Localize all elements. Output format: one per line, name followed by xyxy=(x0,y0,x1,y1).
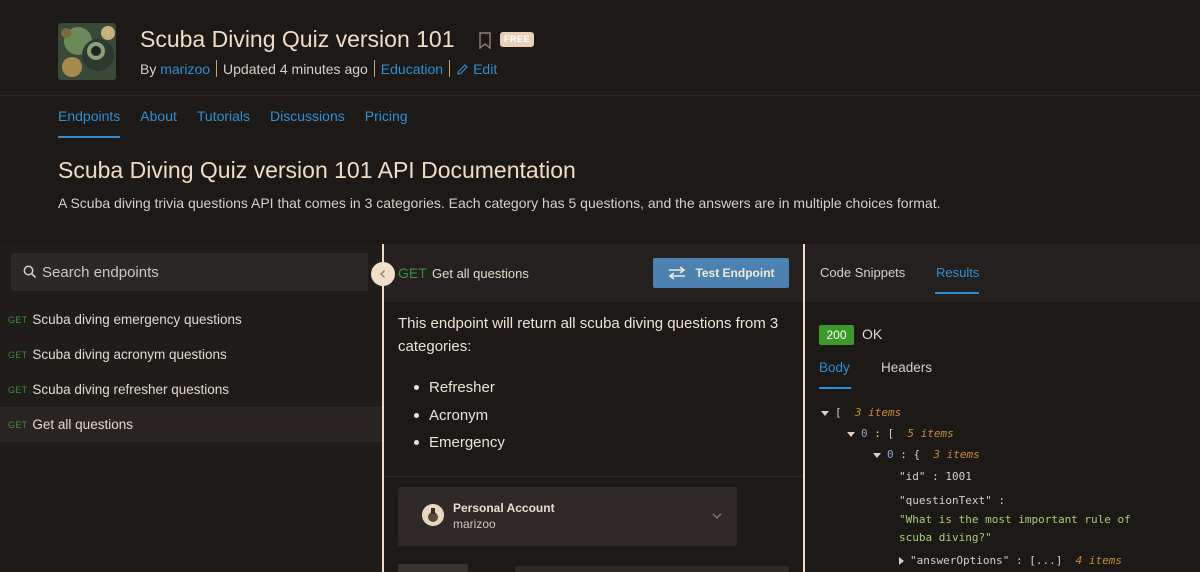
tab-headers[interactable]: Headers xyxy=(881,360,932,375)
method-label: GET xyxy=(398,265,427,281)
caret-down-icon xyxy=(847,431,855,437)
json-root-row[interactable]: [ 3 items xyxy=(821,406,901,419)
status-badge: 200 xyxy=(819,325,854,345)
method-tag: GET xyxy=(8,349,28,360)
method-tag: GET xyxy=(8,419,28,430)
avatar xyxy=(422,504,444,526)
category-link[interactable]: Education xyxy=(381,61,443,77)
search-icon xyxy=(23,265,37,279)
endpoint-label: Scuba diving refresher questions xyxy=(32,382,230,397)
caret-down-icon xyxy=(821,410,829,416)
method-tag: GET xyxy=(8,314,28,325)
chevron-down-icon xyxy=(712,513,722,519)
collapse-sidebar-button[interactable] xyxy=(371,262,395,286)
endpoints-sidebar: GET Scuba diving emergency questions GET… xyxy=(0,244,382,572)
tab-endpoints[interactable]: Endpoints xyxy=(58,108,121,138)
api-logo xyxy=(58,23,116,80)
endpoint-detail-header: GET Get all questions Test Endpoint xyxy=(384,244,803,302)
tab-results[interactable]: Results xyxy=(936,265,979,280)
endpoint-label: Get all questions xyxy=(32,417,133,432)
edit-label: Edit xyxy=(473,60,498,77)
endpoint-label: Scuba diving acronym questions xyxy=(32,347,227,362)
meta-divider xyxy=(216,60,218,77)
tab-about[interactable]: About xyxy=(140,108,177,138)
endpoint-list: GET Scuba diving emergency questions GET… xyxy=(0,302,382,442)
tab-body[interactable]: Body xyxy=(819,360,850,375)
json-question-key-row: "questionText" : xyxy=(899,494,1005,507)
pencil-icon xyxy=(457,64,468,76)
param-field[interactable] xyxy=(515,566,789,572)
tab-underline xyxy=(819,387,851,389)
meta-divider xyxy=(449,60,451,77)
category-list: Refresher Acronym Emergency xyxy=(414,374,505,457)
search-box[interactable] xyxy=(11,253,368,291)
api-title: Scuba Diving Quiz version 101 xyxy=(140,26,455,52)
free-badge: FREE xyxy=(500,32,535,47)
json-array-row[interactable]: 0 : [ 5 items xyxy=(847,427,954,440)
method-tag: GET xyxy=(8,384,28,395)
divider xyxy=(384,476,803,477)
api-meta: By marizoo Updated 4 minutes ago Educati… xyxy=(140,60,497,77)
account-selector[interactable]: Personal Account marizoo xyxy=(398,487,737,546)
caret-right-icon xyxy=(899,557,904,565)
endpoint-label: Scuba diving emergency questions xyxy=(32,312,242,327)
by-label: By xyxy=(140,60,157,77)
caret-down-icon xyxy=(873,452,881,458)
panel-divider[interactable] xyxy=(803,244,805,572)
results-header: Code Snippets Results xyxy=(806,244,1200,302)
swap-arrows-icon xyxy=(669,266,686,280)
list-item: Acronym xyxy=(414,402,505,430)
edit-link[interactable]: Edit xyxy=(456,61,497,77)
json-id-row: "id" : 1001 xyxy=(899,470,972,483)
endpoint-item-get-all[interactable]: GET Get all questions xyxy=(0,407,382,442)
tab-tutorials[interactable]: Tutorials xyxy=(197,108,250,138)
list-item: Refresher xyxy=(414,374,505,402)
endpoint-description: This endpoint will return all scuba divi… xyxy=(398,315,779,355)
endpoint-item-refresher[interactable]: GET Scuba diving refresher questions xyxy=(0,372,382,407)
account-name: Personal Account xyxy=(453,501,555,515)
tab-discussions[interactable]: Discussions xyxy=(270,108,345,138)
doc-title: Scuba Diving Quiz version 101 API Docume… xyxy=(58,157,576,183)
bookmark-icon[interactable] xyxy=(478,32,492,49)
tab-underline xyxy=(935,292,979,294)
api-header: Scuba Diving Quiz version 101 FREE By ma… xyxy=(0,0,1200,96)
chevron-left-icon xyxy=(380,270,385,278)
endpoint-name: Get all questions xyxy=(432,266,529,281)
json-question-value-line1: "What is the most important rule of xyxy=(899,513,1131,526)
endpoint-detail-panel: GET Get all questions Test Endpoint This… xyxy=(384,244,803,572)
api-tabs: Endpoints About Tutorials Discussions Pr… xyxy=(58,108,408,138)
search-input[interactable] xyxy=(42,263,342,281)
endpoint-item-emergency[interactable]: GET Scuba diving emergency questions xyxy=(0,302,382,337)
list-item: Emergency xyxy=(414,429,505,457)
json-answer-row[interactable]: "answerOptions" : [...] 4 items xyxy=(899,554,1122,567)
results-panel: Code Snippets Results 200 OK Body Header… xyxy=(806,244,1200,572)
json-object-row[interactable]: 0 : { 3 items xyxy=(873,448,980,461)
param-label xyxy=(398,564,468,572)
status-text: OK xyxy=(862,326,883,342)
doc-description: A Scuba diving trivia questions API that… xyxy=(58,195,941,211)
meta-divider xyxy=(373,60,375,77)
test-endpoint-button[interactable]: Test Endpoint xyxy=(653,258,789,288)
tab-pricing[interactable]: Pricing xyxy=(365,108,408,138)
author-link[interactable]: marizoo xyxy=(160,61,210,77)
account-user: marizoo xyxy=(453,517,496,531)
endpoint-item-acronym[interactable]: GET Scuba diving acronym questions xyxy=(0,337,382,372)
test-endpoint-label: Test Endpoint xyxy=(695,266,775,280)
updated-text: Updated 4 minutes ago xyxy=(223,60,368,77)
json-question-value-line2: scuba diving?" xyxy=(899,531,992,544)
tab-code-snippets[interactable]: Code Snippets xyxy=(820,265,905,280)
